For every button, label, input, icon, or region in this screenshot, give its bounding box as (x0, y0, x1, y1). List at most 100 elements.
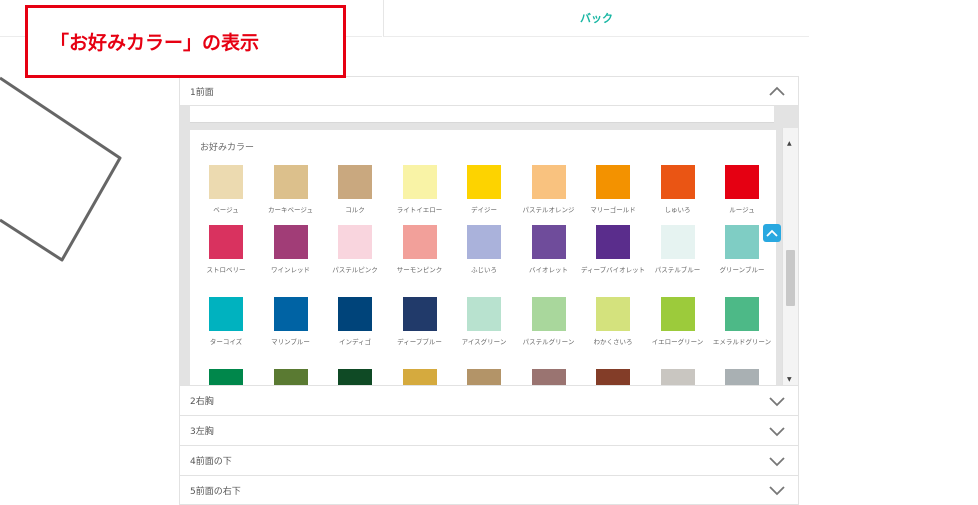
color-chip[interactable] (531, 297, 566, 331)
color-swatch-option[interactable]: パステルグリーン (516, 297, 582, 347)
color-swatch-option[interactable]: アイスグリーン (451, 297, 517, 347)
color-swatch-option[interactable]: しゅいろ (645, 165, 711, 215)
color-swatch-option[interactable]: ディープブルー (387, 297, 453, 347)
color-chip[interactable] (467, 165, 501, 199)
chevron-up-icon[interactable] (768, 85, 786, 97)
color-name-label: ふじいろ (471, 266, 497, 274)
scroll-up-arrow-icon[interactable]: ▲ (787, 140, 792, 147)
color-chip[interactable] (596, 297, 630, 331)
color-swatch-option[interactable]: ふじいろ (451, 225, 517, 275)
color-chip[interactable] (402, 225, 437, 259)
color-name-label: パステルグリーン (522, 338, 575, 346)
color-swatch-option[interactable]: エメラルドグリーン (709, 297, 775, 347)
color-swatch-option[interactable]: ストロベリー (193, 225, 259, 275)
color-chip[interactable] (338, 369, 372, 385)
color-chip[interactable] (725, 297, 759, 331)
section-header-right-chest[interactable]: 2右胸 (179, 385, 799, 415)
color-name-label: パステルブルー (654, 266, 701, 274)
section-header-front-bottom[interactable]: 4前面の下 (179, 445, 799, 475)
section-header-left-chest[interactable]: 3左胸 (179, 415, 799, 445)
annotation-callout: 「お好みカラー」の表示 (25, 5, 346, 78)
color-name-label: バイオレット (529, 266, 568, 274)
color-swatch-option[interactable]: ルージュ (709, 165, 775, 215)
color-swatch-option[interactable] (645, 369, 711, 385)
color-chip[interactable] (725, 369, 759, 385)
scroll-thumb[interactable] (786, 250, 795, 306)
color-chip[interactable] (531, 225, 566, 259)
color-swatch-option[interactable]: バイオレット (516, 225, 582, 275)
color-swatch-option[interactable]: カーキベージュ (258, 165, 324, 215)
color-swatch-option[interactable]: ターコイズ (193, 297, 259, 347)
color-chip[interactable] (725, 225, 759, 259)
color-name-label: コルク (345, 206, 365, 214)
color-swatch-option[interactable]: マリンブルー (258, 297, 324, 347)
color-chip[interactable] (402, 297, 437, 331)
color-swatch-option[interactable]: パステルピンク (322, 225, 388, 275)
color-name-label: ワインレッド (271, 266, 310, 274)
color-swatch-option[interactable]: パステルブルー (645, 225, 711, 275)
color-swatch-option[interactable] (322, 369, 388, 385)
color-swatch-option[interactable]: ベージュ (193, 165, 259, 215)
color-chip[interactable] (402, 369, 437, 385)
section-header-front-bottom-right[interactable]: 5前面の右下 (179, 475, 799, 505)
color-chip[interactable] (467, 369, 501, 385)
color-name-label: ライトイエロー (396, 206, 443, 214)
color-chip[interactable] (531, 369, 566, 385)
color-chip[interactable] (209, 297, 243, 331)
color-chip[interactable] (209, 165, 243, 199)
color-chip[interactable] (338, 297, 372, 331)
color-swatch-option[interactable] (709, 369, 775, 385)
color-chip[interactable] (273, 369, 308, 385)
color-chip[interactable] (531, 165, 566, 199)
color-chip[interactable] (467, 297, 501, 331)
color-name-label: マリーゴールド (590, 206, 636, 214)
color-swatch-option[interactable]: わかくさいろ (580, 297, 646, 347)
section-header-front[interactable]: 1前面 (179, 76, 799, 105)
color-chip[interactable] (273, 297, 308, 331)
color-chip[interactable] (596, 165, 630, 199)
color-swatch-option[interactable]: ワインレッド (258, 225, 324, 275)
color-name-label: パステルオレンジ (522, 206, 575, 214)
color-swatch-option[interactable]: マリーゴールド (580, 165, 646, 215)
color-chip[interactable] (596, 225, 630, 259)
section-label: 2右胸 (190, 397, 214, 407)
color-chip[interactable] (273, 225, 308, 259)
color-chip[interactable] (660, 369, 695, 385)
color-chip[interactable] (338, 225, 372, 259)
color-swatch-option[interactable] (387, 369, 453, 385)
color-swatch-option[interactable] (580, 369, 646, 385)
color-swatch-option[interactable]: イエローグリーン (645, 297, 711, 347)
color-chip[interactable] (273, 165, 308, 199)
scroll-down-arrow-icon[interactable]: ▼ (787, 376, 792, 383)
color-chip[interactable] (402, 165, 437, 199)
color-swatch-option[interactable]: パステルオレンジ (516, 165, 582, 215)
color-swatch-option[interactable] (516, 369, 582, 385)
color-swatch-option[interactable] (451, 369, 517, 385)
chevron-down-icon[interactable] (768, 395, 786, 407)
color-chip[interactable] (209, 225, 243, 259)
chevron-down-icon[interactable] (768, 425, 786, 437)
color-swatch-option[interactable]: ディープバイオレット (580, 225, 646, 275)
color-swatch-option[interactable]: コルク (322, 165, 388, 215)
tab-back[interactable]: バック (383, 0, 809, 37)
color-swatch-option[interactable]: デイジー (451, 165, 517, 215)
color-swatch-option[interactable] (193, 369, 259, 385)
color-name-label: マリンブルー (271, 338, 310, 346)
color-swatch-option[interactable]: ライトイエロー (387, 165, 453, 215)
color-chip[interactable] (725, 165, 759, 199)
back-to-top-button[interactable] (763, 224, 781, 242)
color-chip[interactable] (467, 225, 501, 259)
color-swatch-option[interactable]: インディゴ (322, 297, 388, 347)
color-name-label: ディープバイオレット (580, 266, 646, 274)
color-chip[interactable] (660, 225, 695, 259)
chevron-down-icon[interactable] (768, 455, 786, 467)
color-chip[interactable] (338, 165, 372, 199)
color-swatch-option[interactable] (258, 369, 324, 385)
color-chip[interactable] (209, 369, 243, 385)
color-swatch-option[interactable]: サーモンピンク (387, 225, 453, 275)
chevron-down-icon[interactable] (768, 484, 786, 496)
color-chip[interactable] (660, 297, 695, 331)
color-chip[interactable] (660, 165, 695, 199)
panel-scrollbar[interactable]: ▲ ▼ (782, 128, 798, 385)
color-chip[interactable] (596, 369, 630, 385)
